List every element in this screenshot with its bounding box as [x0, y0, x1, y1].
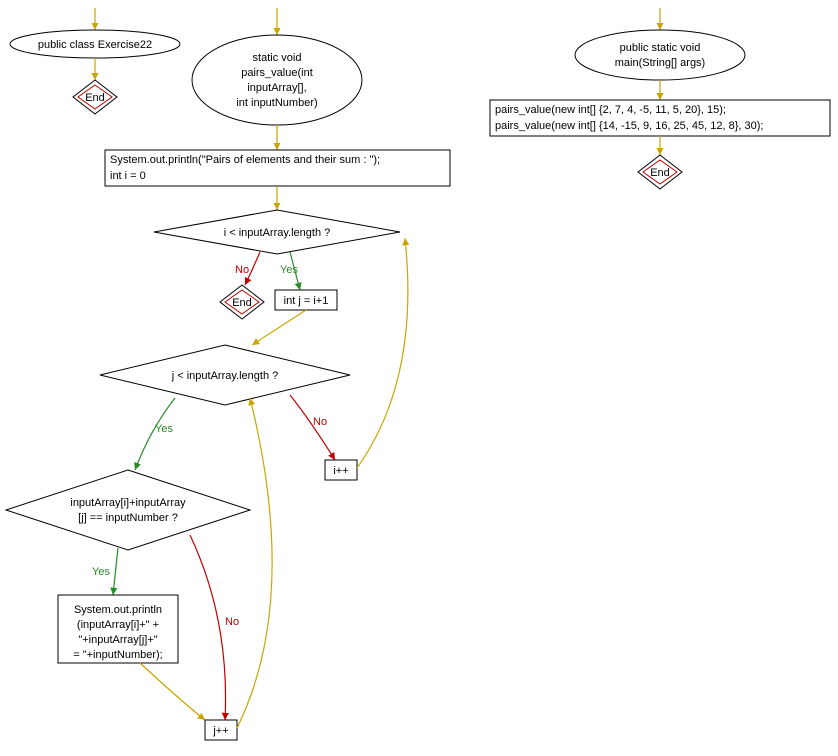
- method-l3: inputArray[],: [247, 82, 306, 94]
- cond1-no-label: No: [235, 264, 249, 276]
- cond3-diamond: [6, 470, 250, 550]
- ipp-back-arrow: [357, 238, 408, 468]
- jpp-back-arrow: [237, 398, 272, 728]
- stmt3-l1: System.out.println: [74, 604, 162, 616]
- method-l2: pairs_value(int: [241, 67, 313, 79]
- end-node-method: End: [220, 285, 264, 319]
- cond3-l2: [j] == inputNumber ?: [78, 512, 178, 524]
- end-text-class: End: [85, 92, 105, 104]
- stmt2-text: int j = i+1: [284, 295, 329, 307]
- ipp-text: i++: [333, 465, 348, 477]
- class-text: public class Exercise22: [38, 39, 152, 51]
- end-node-class: End: [73, 80, 117, 114]
- stmt2-to-cond2-arrow: [252, 310, 306, 345]
- stmt1-text-l2: int i = 0: [110, 170, 146, 182]
- cond3-yes-label: Yes: [92, 566, 110, 578]
- stmt3-l2: (inputArray[i]+" +: [77, 619, 159, 631]
- cond3-no-label: No: [225, 616, 239, 628]
- cond3-yes-arrow: [113, 548, 118, 595]
- method-l1: static void: [253, 52, 302, 64]
- main-ellipse: [575, 30, 745, 80]
- main-body-l2: pairs_value(new int[] {14, -15, 9, 16, 2…: [495, 120, 763, 132]
- main-l1: public static void: [620, 42, 701, 54]
- jpp-text: j++: [212, 725, 228, 737]
- stmt1-text-l1: System.out.println("Pairs of elements an…: [110, 154, 380, 166]
- cond3-no-arrow: [190, 535, 226, 720]
- cond2-no-label: No: [313, 416, 327, 428]
- cond2-text: j < inputArray.length ?: [171, 370, 279, 382]
- cond1-yes-label: Yes: [280, 264, 298, 276]
- cond3-l1: inputArray[i]+inputArray: [70, 497, 186, 509]
- stmt3-l4: = "+inputNumber);: [73, 649, 163, 661]
- end2-text: End: [232, 297, 252, 309]
- method-l4: int inputNumber): [236, 97, 317, 109]
- main-l2: main(String[] args): [615, 57, 705, 69]
- stmt3-to-jpp-arrow: [140, 663, 205, 720]
- cond2-yes-label: Yes: [155, 423, 173, 435]
- main-body-l1: pairs_value(new int[] {2, 7, 4, -5, 11, …: [495, 104, 726, 116]
- cond1-text: i < inputArray.length ?: [224, 227, 331, 239]
- end-node-main: End: [638, 155, 682, 189]
- stmt3-l3: "+inputArray[j]+": [78, 634, 157, 646]
- end-main-text: End: [650, 167, 670, 179]
- method-ellipse: [192, 35, 362, 125]
